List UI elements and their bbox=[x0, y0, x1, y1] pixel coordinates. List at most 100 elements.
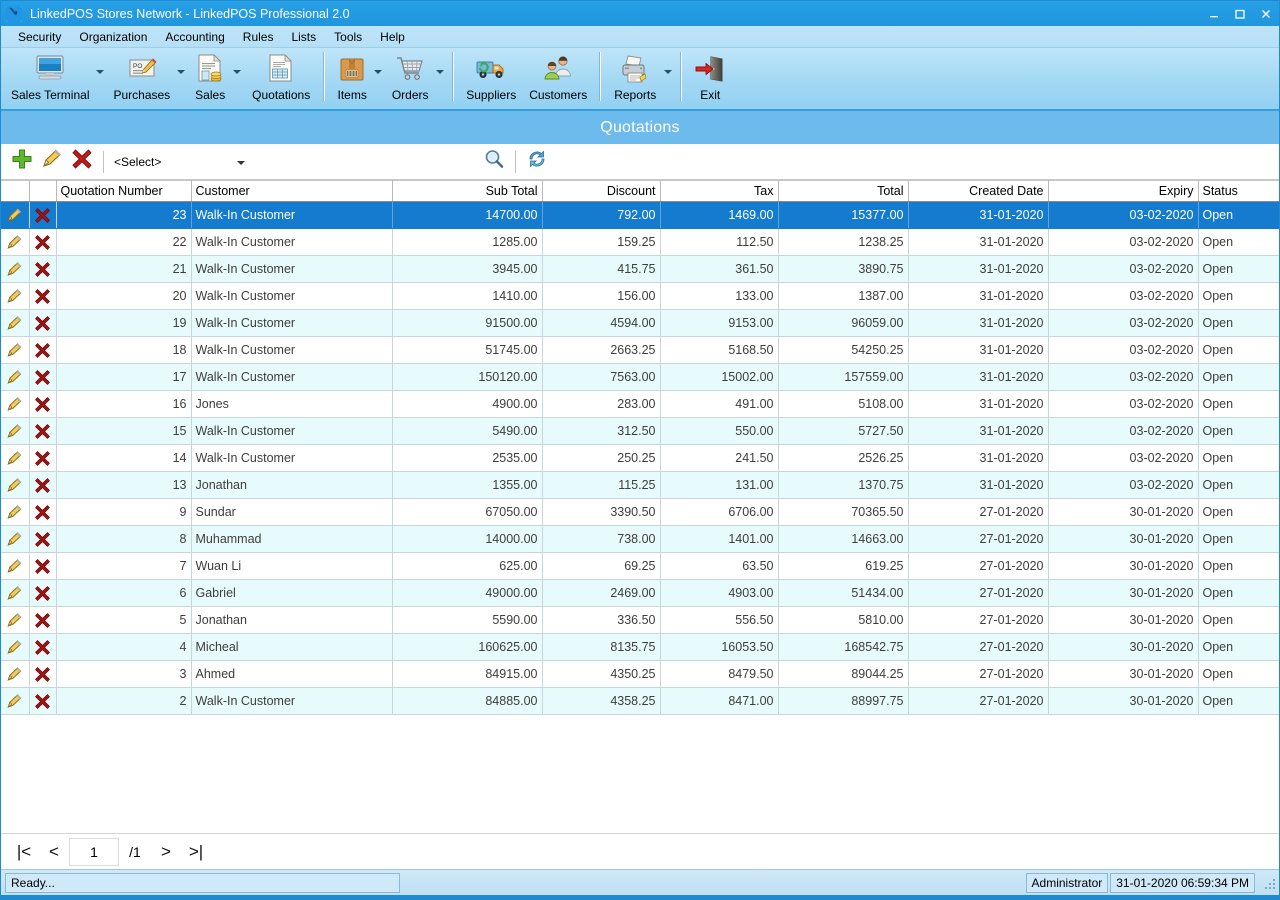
row-delete-button[interactable] bbox=[29, 525, 57, 553]
col-header-edit[interactable] bbox=[1, 180, 30, 202]
row-delete-button[interactable] bbox=[29, 228, 57, 256]
row-delete-button[interactable] bbox=[29, 336, 57, 364]
col-header-quotation-number[interactable]: Quotation Number bbox=[56, 180, 192, 202]
col-header-discount[interactable]: Discount bbox=[542, 180, 661, 202]
row-delete-button[interactable] bbox=[29, 201, 57, 229]
col-header-total[interactable]: Total bbox=[778, 180, 909, 202]
delete-record-button[interactable] bbox=[67, 147, 97, 177]
toolbar-button-exit[interactable]: Exit bbox=[688, 48, 732, 109]
maximize-icon[interactable] bbox=[1227, 1, 1253, 26]
close-icon[interactable] bbox=[1253, 1, 1279, 26]
col-header-tax[interactable]: Tax bbox=[660, 180, 779, 202]
table-row[interactable]: 8 Muhammad 14000.00 738.00 1401.00 14663.00 27… bbox=[1, 525, 1279, 553]
toolbar-dropdown-items[interactable] bbox=[373, 48, 385, 109]
table-row[interactable]: 6 Gabriel 49000.00 2469.00 4903.00 51434.00 27… bbox=[1, 579, 1279, 607]
first-page-button[interactable]: |< bbox=[9, 838, 39, 866]
table-row[interactable]: 19 Walk-In Customer 91500.00 4594.00 9153.00… bbox=[1, 309, 1279, 337]
row-delete-button[interactable] bbox=[29, 363, 57, 391]
row-edit-button[interactable] bbox=[1, 498, 30, 526]
toolbar-button-orders[interactable]: Orders bbox=[385, 48, 435, 109]
col-header-status[interactable]: Status bbox=[1198, 180, 1279, 202]
menu-item-lists[interactable]: Lists bbox=[282, 27, 325, 47]
menu-item-rules[interactable]: Rules bbox=[234, 27, 283, 47]
row-delete-button[interactable] bbox=[29, 417, 57, 445]
row-delete-button[interactable] bbox=[29, 471, 57, 499]
table-row[interactable]: 9 Sundar 67050.00 3390.50 6706.00 70365.50 27-… bbox=[1, 498, 1279, 526]
row-edit-button[interactable] bbox=[1, 687, 30, 715]
row-delete-button[interactable] bbox=[29, 687, 57, 715]
table-row[interactable]: 5 Jonathan 5590.00 336.50 556.50 5810.00 27-01… bbox=[1, 606, 1279, 634]
menu-item-accounting[interactable]: Accounting bbox=[156, 27, 233, 47]
table-row[interactable]: 22 Walk-In Customer 1285.00 159.25 112.50 123… bbox=[1, 228, 1279, 256]
refresh-button[interactable] bbox=[522, 147, 552, 177]
table-row[interactable]: 17 Walk-In Customer 150120.00 7563.00 15002.… bbox=[1, 363, 1279, 391]
col-header-created-date[interactable]: Created Date bbox=[908, 180, 1049, 202]
table-row[interactable]: 4 Micheal 160625.00 8135.75 16053.50 168542.7… bbox=[1, 633, 1279, 661]
toolbar-dropdown-sales[interactable] bbox=[232, 48, 244, 109]
table-row[interactable]: 15 Walk-In Customer 5490.00 312.50 550.00 572… bbox=[1, 417, 1279, 445]
filter-select[interactable]: <Select> bbox=[110, 150, 250, 173]
col-header-customer[interactable]: Customer bbox=[191, 180, 393, 202]
table-row[interactable]: 20 Walk-In Customer 1410.00 156.00 133.00 138… bbox=[1, 282, 1279, 310]
table-row[interactable]: 23 Walk-In Customer 14700.00 792.00 1469.00 1… bbox=[1, 201, 1279, 229]
row-edit-button[interactable] bbox=[1, 309, 30, 337]
toolbar-button-quotations[interactable]: Quotations bbox=[244, 48, 318, 109]
row-edit-button[interactable] bbox=[1, 444, 30, 472]
row-delete-button[interactable] bbox=[29, 255, 57, 283]
table-row[interactable]: 7 Wuan Li 625.00 69.25 63.50 619.25 27-01-2020… bbox=[1, 552, 1279, 580]
table-row[interactable]: 3 Ahmed 84915.00 4350.25 8479.50 89044.25 27-0… bbox=[1, 660, 1279, 688]
row-edit-button[interactable] bbox=[1, 336, 30, 364]
minimize-icon[interactable] bbox=[1201, 1, 1227, 26]
table-row[interactable]: 16 Jones 4900.00 283.00 491.00 5108.00 31-01-2… bbox=[1, 390, 1279, 418]
next-page-button[interactable]: > bbox=[151, 838, 181, 866]
toolbar-button-customers[interactable]: Customers bbox=[522, 48, 594, 109]
row-edit-button[interactable] bbox=[1, 417, 30, 445]
current-page-input[interactable]: 1 bbox=[69, 837, 119, 866]
row-delete-button[interactable] bbox=[29, 309, 57, 337]
row-edit-button[interactable] bbox=[1, 282, 30, 310]
table-row[interactable]: 14 Walk-In Customer 2535.00 250.25 241.50 252… bbox=[1, 444, 1279, 472]
toolbar-button-suppliers[interactable]: Suppliers bbox=[460, 48, 522, 109]
row-delete-button[interactable] bbox=[29, 633, 57, 661]
toolbar-button-purchases[interactable]: PO Purchases bbox=[107, 48, 176, 109]
row-edit-button[interactable] bbox=[1, 579, 30, 607]
row-edit-button[interactable] bbox=[1, 633, 30, 661]
prev-page-button[interactable]: < bbox=[39, 838, 69, 866]
toolbar-dropdown-orders[interactable] bbox=[435, 48, 447, 109]
resize-grip-icon[interactable] bbox=[1263, 877, 1275, 889]
row-edit-button[interactable] bbox=[1, 201, 30, 229]
table-row[interactable]: 13 Jonathan 1355.00 115.25 131.00 1370.75 31-0… bbox=[1, 471, 1279, 499]
row-delete-button[interactable] bbox=[29, 606, 57, 634]
toolbar-dropdown-sales-terminal[interactable] bbox=[95, 48, 107, 109]
menu-item-security[interactable]: Security bbox=[9, 27, 70, 47]
row-edit-button[interactable] bbox=[1, 525, 30, 553]
col-header-expiry[interactable]: Expiry bbox=[1048, 180, 1199, 202]
col-header-sub-total[interactable]: Sub Total bbox=[392, 180, 543, 202]
edit-record-button[interactable] bbox=[37, 147, 67, 177]
toolbar-dropdown-purchases[interactable] bbox=[176, 48, 188, 109]
search-input[interactable] bbox=[252, 150, 427, 173]
toolbar-button-sales-terminal[interactable]: Sales Terminal bbox=[5, 48, 95, 109]
row-delete-button[interactable] bbox=[29, 390, 57, 418]
row-edit-button[interactable] bbox=[1, 390, 30, 418]
row-delete-button[interactable] bbox=[29, 282, 57, 310]
row-edit-button[interactable] bbox=[1, 660, 30, 688]
row-edit-button[interactable] bbox=[1, 363, 30, 391]
menu-item-help[interactable]: Help bbox=[371, 27, 414, 47]
quotations-grid[interactable]: Quotation Number Customer Sub Total Disc… bbox=[1, 180, 1279, 833]
toolbar-button-reports[interactable]: Reports bbox=[607, 48, 663, 109]
col-header-delete[interactable] bbox=[29, 180, 57, 202]
row-edit-button[interactable] bbox=[1, 606, 30, 634]
toolbar-button-items[interactable]: Items bbox=[331, 48, 373, 109]
table-row[interactable]: 2 Walk-In Customer 84885.00 4358.25 8471.00 8… bbox=[1, 687, 1279, 715]
row-edit-button[interactable] bbox=[1, 471, 30, 499]
row-delete-button[interactable] bbox=[29, 552, 57, 580]
row-delete-button[interactable] bbox=[29, 498, 57, 526]
row-delete-button[interactable] bbox=[29, 444, 57, 472]
menu-item-organization[interactable]: Organization bbox=[70, 27, 156, 47]
toolbar-dropdown-reports[interactable] bbox=[663, 48, 675, 109]
search-button[interactable] bbox=[479, 147, 509, 177]
row-edit-button[interactable] bbox=[1, 228, 30, 256]
row-edit-button[interactable] bbox=[1, 552, 30, 580]
table-row[interactable]: 21 Walk-In Customer 3945.00 415.75 361.50 389… bbox=[1, 255, 1279, 283]
